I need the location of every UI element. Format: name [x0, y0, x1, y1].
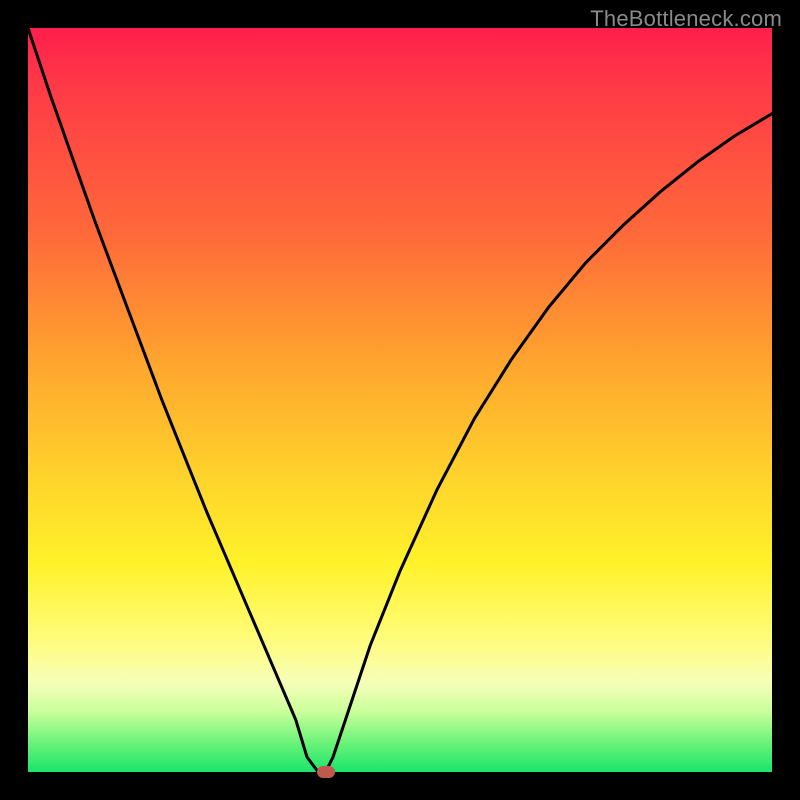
- bottleneck-curve: [28, 28, 772, 772]
- minimum-marker: [317, 766, 335, 778]
- curve-svg: [28, 28, 772, 772]
- chart-frame: TheBottleneck.com: [0, 0, 800, 800]
- plot-area: [28, 28, 772, 772]
